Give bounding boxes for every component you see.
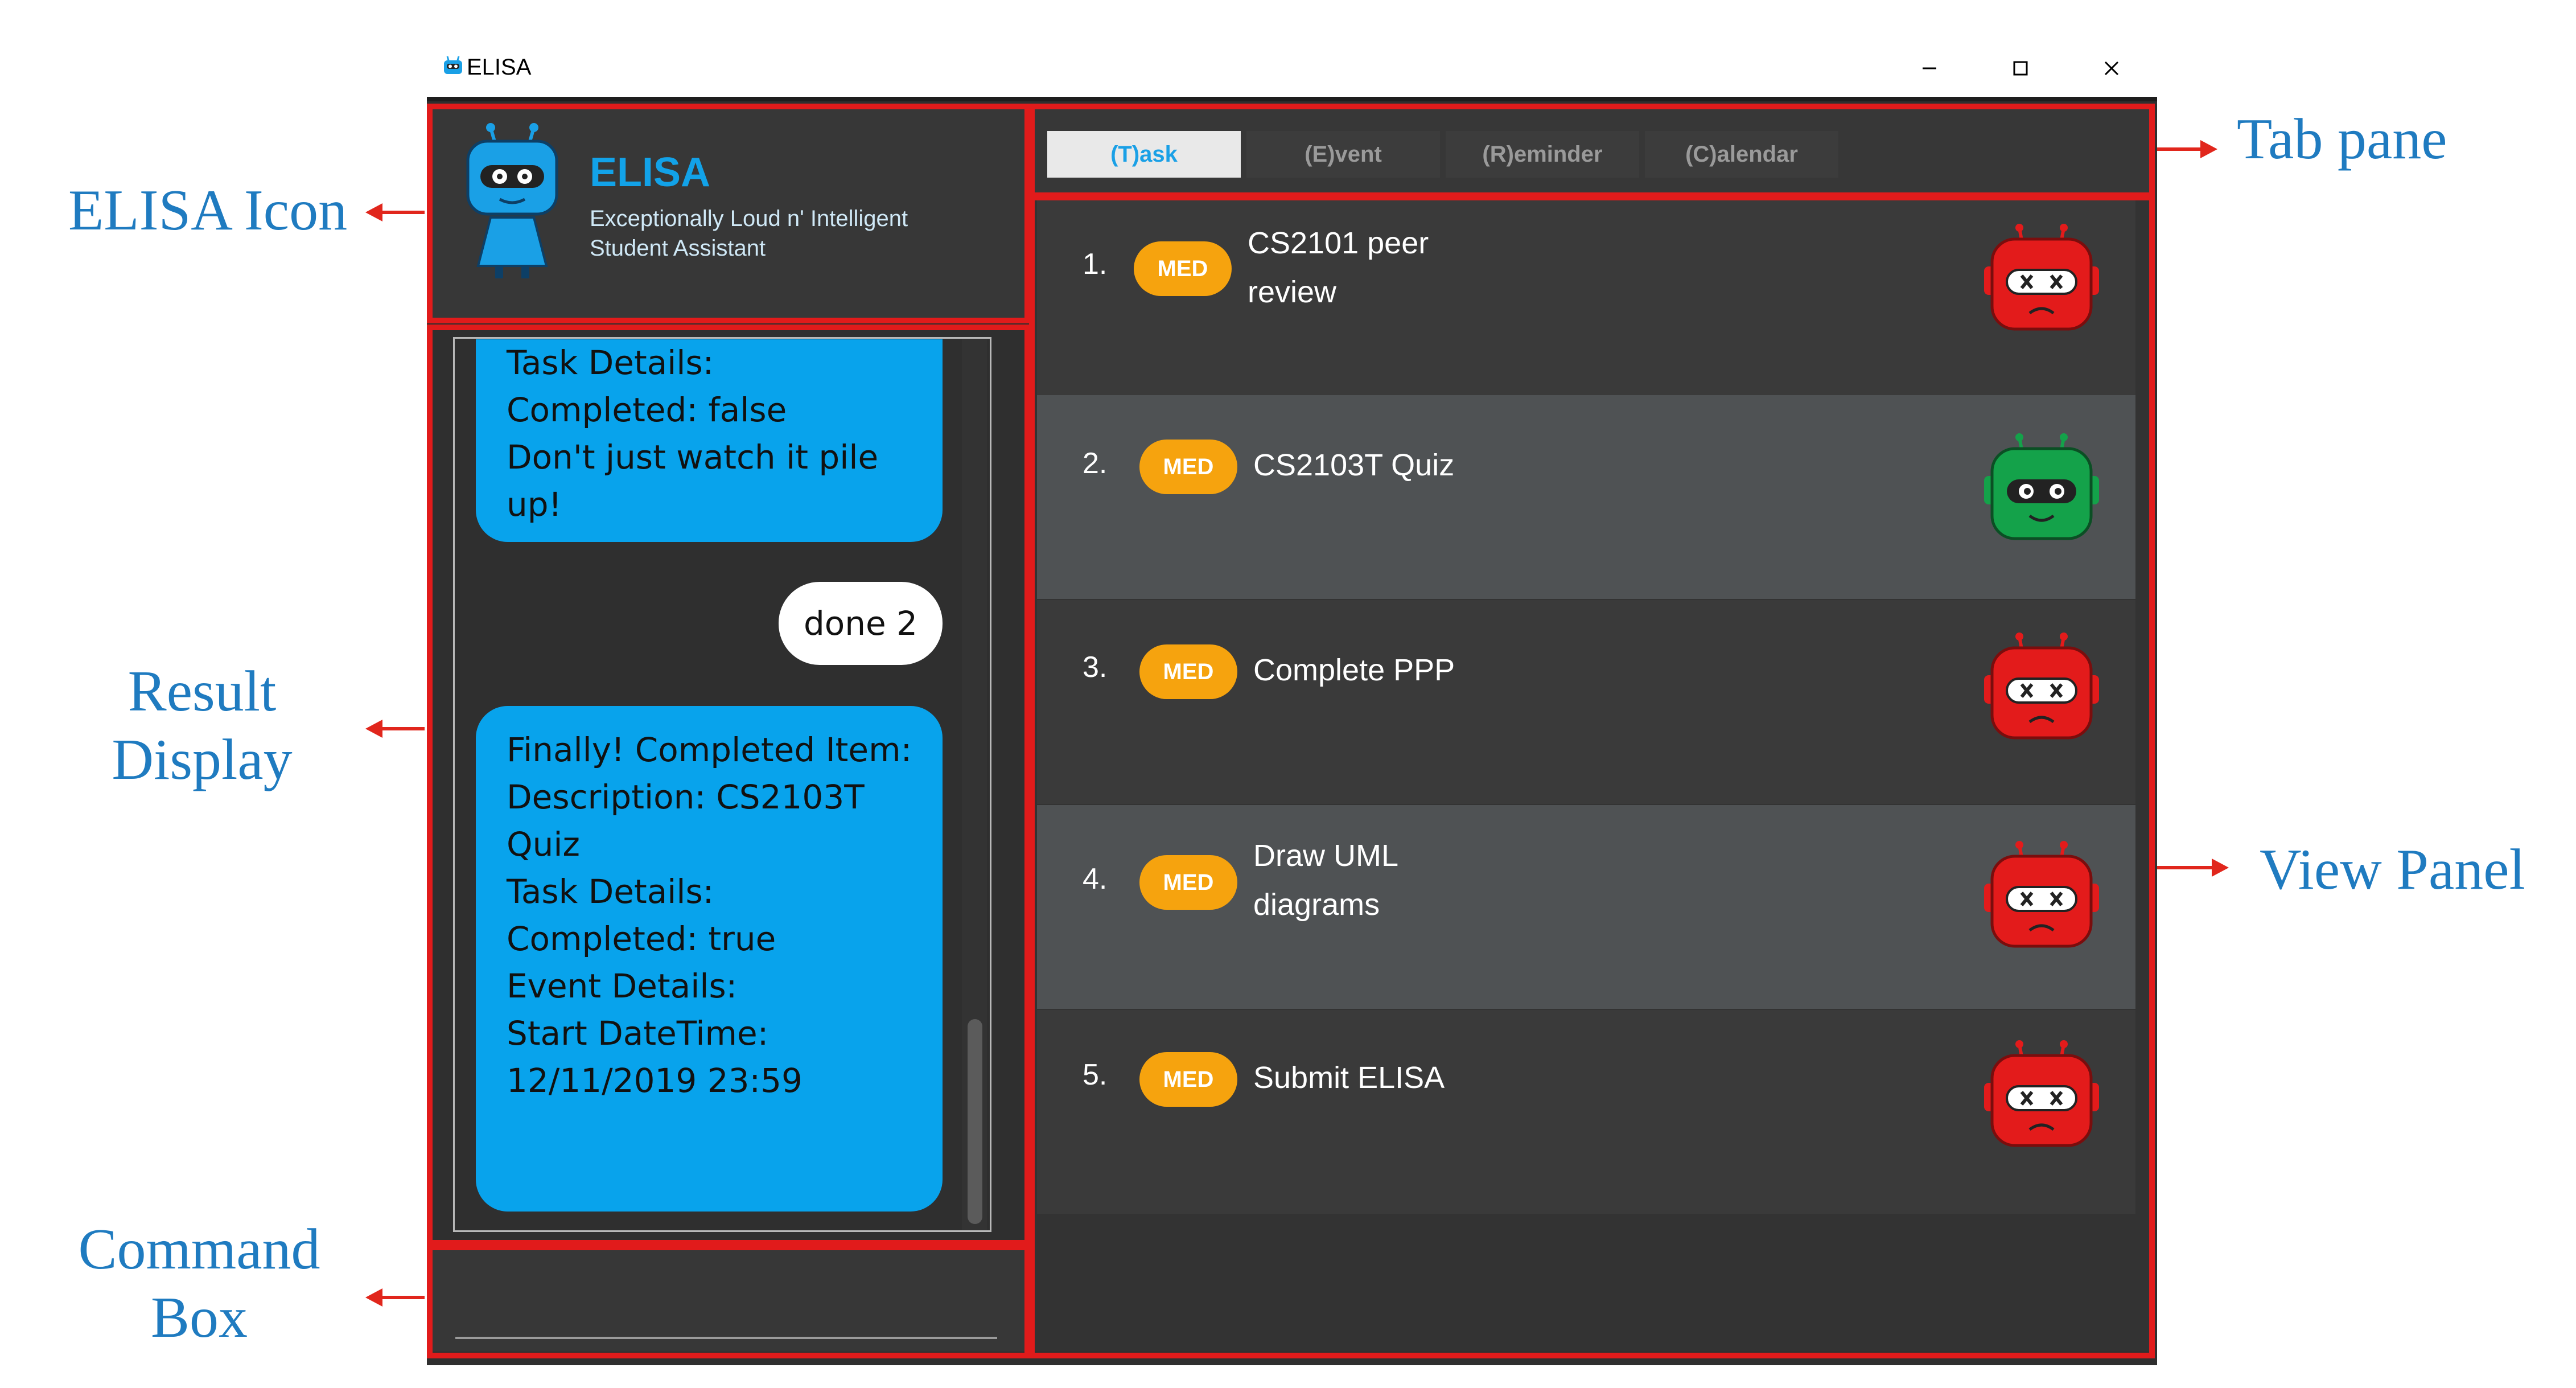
highlight-tab-pane	[1029, 104, 2155, 198]
annotation-result-line2: Display	[112, 728, 293, 792]
highlight-command-box	[427, 1245, 1030, 1358]
highlight-view-panel	[1029, 195, 2155, 1358]
annotation-arrow-view-panel	[2157, 859, 2229, 877]
annotation-arrow-tab-pane	[2157, 140, 2217, 158]
annotation-command-box: Command Box	[74, 1215, 324, 1352]
annotation-result-display: Result Display	[108, 658, 296, 794]
annotation-elisa-icon: ELISA Icon	[68, 178, 348, 243]
annotation-arrow-elisa-icon	[365, 203, 425, 221]
annotation-tab-pane: Tab pane	[2237, 107, 2447, 171]
annotation-result-line1: Result	[127, 659, 277, 724]
highlight-elisa-icon	[427, 104, 1030, 323]
maximize-icon[interactable]	[2003, 51, 2038, 85]
highlight-result-display	[427, 325, 1030, 1246]
window-title: ELISA	[467, 55, 532, 80]
annotation-command-line2: Box	[150, 1286, 248, 1350]
elisa-app-icon	[444, 56, 462, 74]
annotation-command-line1: Command	[78, 1217, 320, 1282]
annotation-arrow-command-box	[365, 1288, 425, 1307]
close-icon[interactable]	[2094, 51, 2129, 85]
annotation-view-panel: View Panel	[2260, 837, 2525, 902]
window-titlebar: ELISA	[427, 34, 2157, 102]
minimize-icon[interactable]	[1912, 51, 1947, 85]
annotation-arrow-result-display	[365, 720, 425, 738]
